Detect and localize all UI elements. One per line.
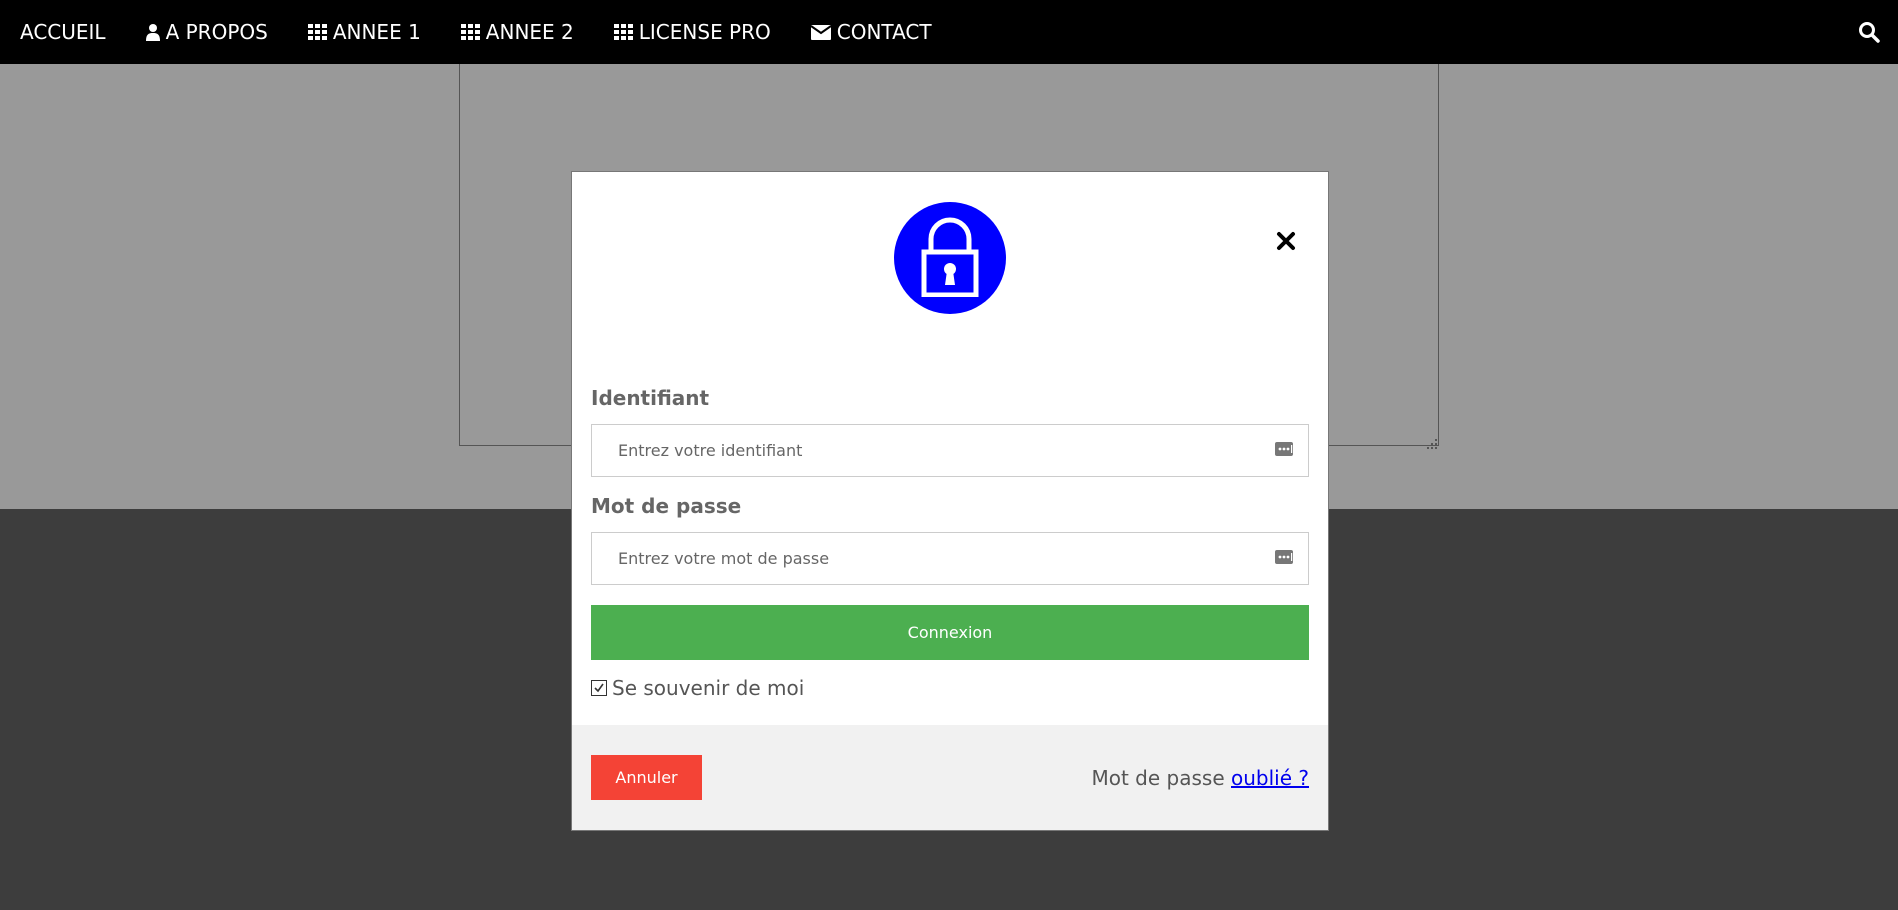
grid-icon <box>460 24 480 40</box>
password-label: Mot de passe <box>591 494 742 518</box>
password-manager-icon[interactable] <box>1274 547 1294 567</box>
nav-item-accueil[interactable]: ACCUEIL <box>0 0 126 64</box>
avatar <box>894 202 1006 314</box>
forgot-password-link[interactable]: oublié ? <box>1231 766 1309 790</box>
nav-item-a-propos[interactable]: A PROPOS <box>126 0 288 64</box>
resize-grip-icon[interactable] <box>1427 434 1437 449</box>
forgot-prefix: Mot de passe <box>1091 766 1231 790</box>
password-manager-icon[interactable] <box>1274 439 1294 459</box>
password-field <box>591 532 1309 585</box>
forgot-password: Mot de passe oublié ? <box>1091 766 1309 790</box>
password-input[interactable] <box>592 533 1308 584</box>
nav-label: ANNEE 2 <box>485 20 574 44</box>
remember-label: Se souvenir de moi <box>612 676 805 700</box>
username-field <box>591 424 1309 477</box>
top-navbar: ACCUEIL A PROPOS ANNEE 1 ANNEE 2 LICENSE… <box>0 0 1898 64</box>
nav-item-annee-2[interactable]: ANNEE 2 <box>441 0 594 64</box>
remember-me: Se souvenir de moi <box>591 676 804 700</box>
nav-label: LICENSE PRO <box>638 20 771 44</box>
nav-label: A PROPOS <box>165 20 268 44</box>
remember-checkbox[interactable] <box>591 680 607 696</box>
user-icon <box>145 23 160 41</box>
nav-label: CONTACT <box>836 20 932 44</box>
close-icon[interactable] <box>1274 229 1298 253</box>
grid-icon <box>613 24 633 40</box>
search-icon[interactable] <box>1858 21 1880 43</box>
nav-item-annee-1[interactable]: ANNEE 1 <box>288 0 441 64</box>
nav-item-contact[interactable]: CONTACT <box>791 0 952 64</box>
login-modal: Identifiant Mot de passe Connexion Se so… <box>571 171 1329 831</box>
nav-label: ACCUEIL <box>20 20 106 44</box>
username-input[interactable] <box>592 425 1308 476</box>
nav-label: ANNEE 1 <box>332 20 421 44</box>
nav-item-license-pro[interactable]: LICENSE PRO <box>594 0 791 64</box>
modal-footer: Annuler Mot de passe oublié ? <box>572 725 1328 830</box>
username-label: Identifiant <box>591 386 710 410</box>
cancel-button[interactable]: Annuler <box>591 755 702 800</box>
grid-icon <box>307 24 327 40</box>
envelope-icon <box>810 24 831 40</box>
lock-icon <box>920 215 980 301</box>
login-button[interactable]: Connexion <box>591 605 1309 660</box>
